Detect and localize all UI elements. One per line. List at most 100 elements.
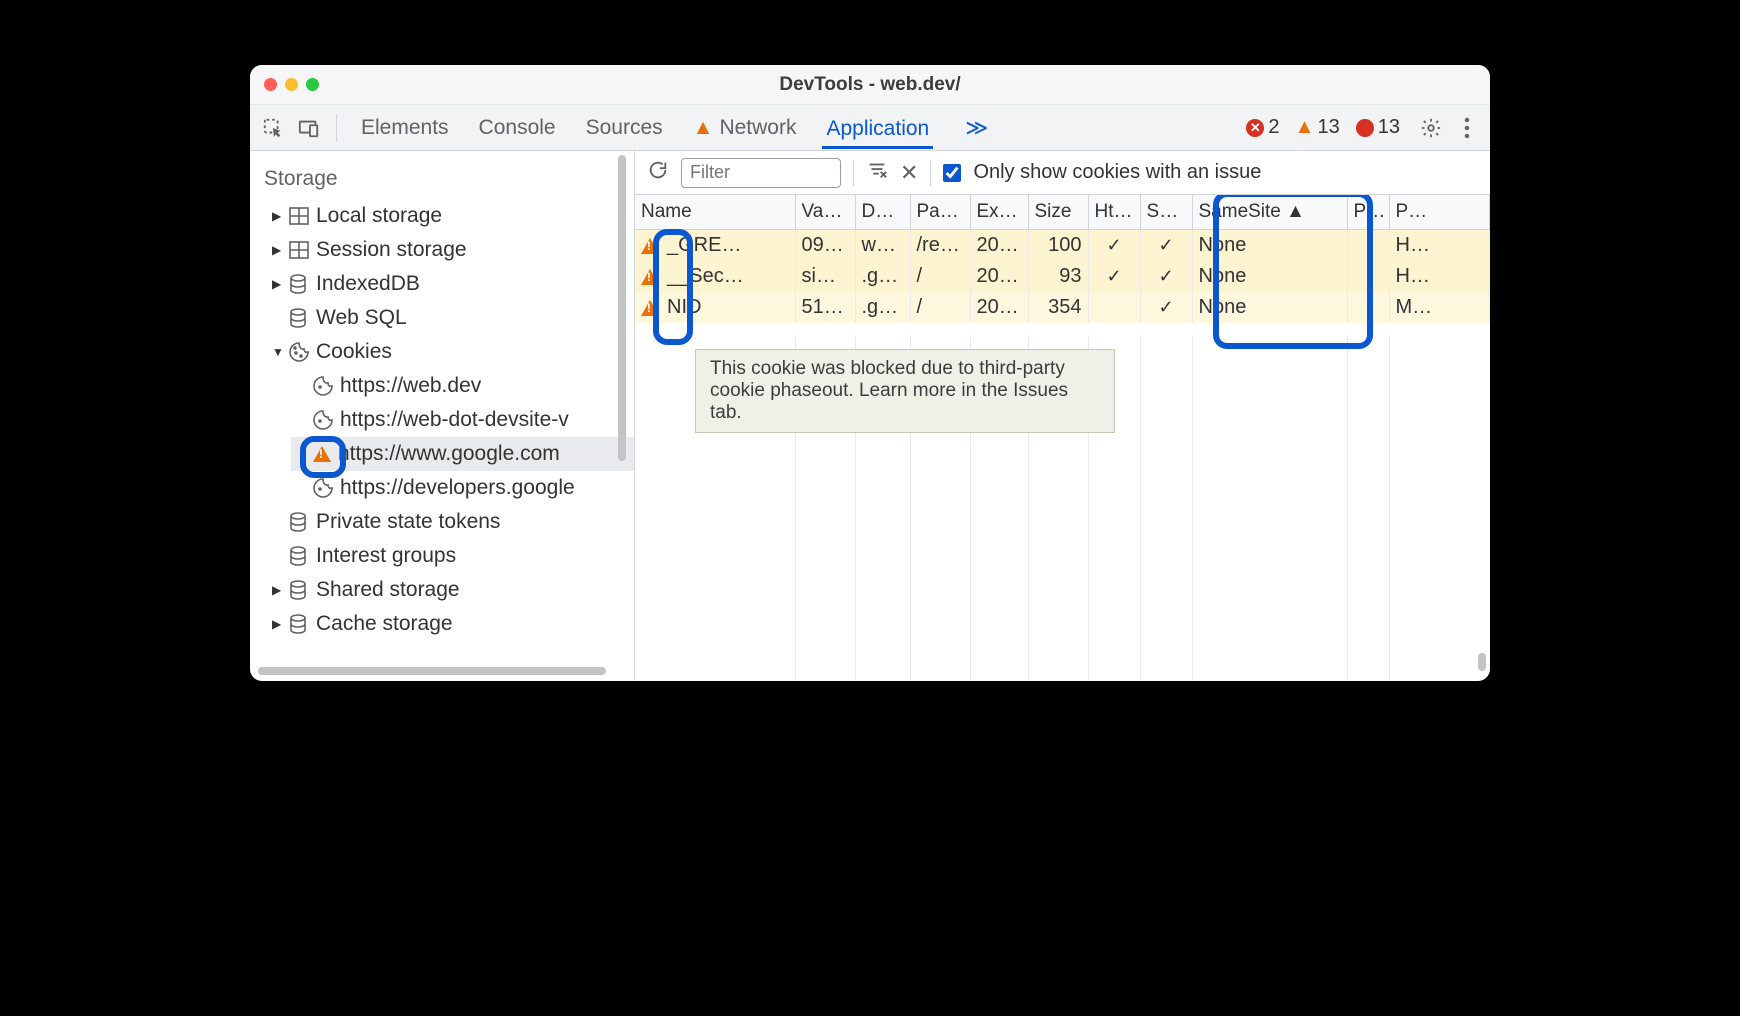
cell-secure: ✓	[1140, 292, 1192, 323]
clear-all-icon[interactable]: ✕	[900, 160, 918, 186]
tab-network[interactable]: ▲ Network	[689, 108, 801, 148]
database-icon	[289, 614, 309, 634]
error-icon: ✕	[1246, 119, 1264, 137]
cell-path: /	[910, 292, 970, 323]
cookie-origin-webdev[interactable]: https://web.dev	[291, 369, 634, 403]
close-window-button[interactable]	[264, 78, 277, 91]
separator	[853, 160, 854, 186]
titlebar: DevTools - web.dev/	[250, 65, 1490, 105]
sidebar-item-indexeddb[interactable]: IndexedDB	[264, 267, 634, 301]
col-httponly[interactable]: Ht…	[1088, 195, 1140, 230]
database-icon	[289, 546, 309, 566]
cell-partition	[1347, 230, 1389, 262]
table-row[interactable]: __Sec…si….g…/20…93✓✓NoneH…	[635, 261, 1490, 292]
table-row[interactable]: _GRE…09…w…/re…20…100✓✓NoneH…	[635, 230, 1490, 262]
cell-value: 09…	[795, 230, 855, 262]
sidebar-item-shared-storage[interactable]: Shared storage	[264, 573, 634, 607]
kebab-menu-icon[interactable]	[1452, 113, 1482, 143]
database-icon	[289, 580, 309, 600]
cell-secure: ✓	[1140, 261, 1192, 292]
col-priority[interactable]: P…	[1389, 195, 1490, 230]
cell-domain: .g…	[855, 261, 910, 292]
sidebar-item-local-storage[interactable]: Local storage	[264, 199, 634, 233]
cell-path: /	[910, 261, 970, 292]
disclosure-triangle-icon[interactable]	[272, 243, 282, 257]
tab-console[interactable]: Console	[475, 108, 560, 148]
col-expires[interactable]: Ex…	[970, 195, 1028, 230]
cell-size: 93	[1028, 261, 1088, 292]
cookies-toolbar: ✕ Only show cookies with an issue	[635, 151, 1490, 195]
tab-sources[interactable]: Sources	[582, 108, 667, 148]
disclosure-triangle-icon[interactable]	[272, 209, 282, 223]
vertical-scrollbar[interactable]	[618, 155, 626, 461]
sidebar-item-private-state-tokens[interactable]: Private state tokens	[264, 505, 634, 539]
issues-icon	[1356, 119, 1374, 137]
cell-value: si…	[795, 261, 855, 292]
database-icon	[289, 512, 309, 532]
issues-counter[interactable]: 13	[1356, 116, 1400, 139]
warning-icon: ▲	[1296, 119, 1314, 137]
disclosure-triangle-icon[interactable]	[272, 583, 282, 597]
cookie-origin-developers-google[interactable]: https://developers.google	[291, 471, 634, 505]
window-title: DevTools - web.dev/	[250, 74, 1490, 96]
col-size[interactable]: Size	[1028, 195, 1088, 230]
col-samesite[interactable]: SameSite ▲	[1192, 195, 1347, 230]
sidebar-item-interest-groups[interactable]: Interest groups	[264, 539, 634, 573]
database-icon	[289, 308, 309, 328]
error-counter[interactable]: ✕2	[1246, 116, 1279, 139]
sidebar-item-cookies[interactable]: Cookies	[264, 335, 634, 369]
cell-partition	[1347, 261, 1389, 292]
disclosure-triangle-icon[interactable]	[272, 277, 282, 291]
col-domain[interactable]: D…	[855, 195, 910, 230]
cookies-table: Name Va… D… Pa… Ex… Size Ht… Se… SameSit…	[635, 195, 1490, 681]
inspect-element-icon[interactable]	[258, 113, 288, 143]
filter-input[interactable]	[681, 158, 841, 188]
cell-domain: .g…	[855, 292, 910, 323]
application-sidebar: Storage Local storage Session storage In…	[250, 151, 635, 681]
col-partition[interactable]: P…	[1347, 195, 1389, 230]
refresh-icon[interactable]	[647, 159, 669, 187]
sidebar-item-websql[interactable]: Web SQL	[264, 301, 634, 335]
sidebar-item-session-storage[interactable]: Session storage	[264, 233, 634, 267]
cell-domain: w…	[855, 230, 910, 262]
maximize-window-button[interactable]	[306, 78, 319, 91]
cell-priority: H…	[1389, 261, 1490, 292]
sidebar-section-storage: Storage	[264, 161, 634, 199]
cell-path: /re…	[910, 230, 970, 262]
sidebar-item-cache-storage[interactable]: Cache storage	[264, 607, 634, 641]
cell-samesite: None	[1192, 292, 1347, 323]
col-name[interactable]: Name	[635, 195, 795, 230]
horizontal-scrollbar[interactable]	[258, 667, 606, 675]
disclosure-triangle-icon[interactable]	[272, 345, 282, 359]
device-toolbar-icon[interactable]	[294, 113, 324, 143]
tab-application[interactable]: Application	[822, 109, 933, 149]
minimize-window-button[interactable]	[285, 78, 298, 91]
warning-icon	[641, 238, 659, 254]
vertical-scrollbar[interactable]	[1478, 653, 1486, 671]
cell-name: _GRE…	[635, 230, 795, 262]
grid-icon	[289, 241, 309, 259]
cookie-origin-google[interactable]: https://www.google.com	[291, 437, 634, 471]
cookie-origin-devsite[interactable]: https://web-dot-devsite-v	[291, 403, 634, 437]
tab-elements[interactable]: Elements	[357, 108, 453, 148]
only-issues-label: Only show cookies with an issue	[973, 161, 1261, 184]
warning-counter[interactable]: ▲13	[1296, 116, 1340, 139]
only-issues-checkbox[interactable]	[943, 164, 961, 182]
table-header: Name Va… D… Pa… Ex… Size Ht… Se… SameSit…	[635, 195, 1490, 230]
clear-filter-icon[interactable]	[866, 159, 888, 187]
col-secure[interactable]: Se…	[1140, 195, 1192, 230]
disclosure-triangle-icon[interactable]	[272, 617, 282, 631]
cell-samesite: None	[1192, 230, 1347, 262]
more-tabs-button[interactable]: ≫	[965, 115, 988, 141]
col-value[interactable]: Va…	[795, 195, 855, 230]
cell-size: 100	[1028, 230, 1088, 262]
devtools-tabs: Elements Console Sources ▲ Network Appli…	[357, 108, 988, 148]
cell-name: NID	[635, 292, 795, 323]
cell-value: 51…	[795, 292, 855, 323]
table-row[interactable]: NID51….g…/20…354✓NoneM…	[635, 292, 1490, 323]
cell-expires: 20…	[970, 261, 1028, 292]
settings-icon[interactable]	[1416, 113, 1446, 143]
warning-icon	[641, 300, 659, 316]
cookies-pane: ✕ Only show cookies with an issue Name V…	[635, 151, 1490, 681]
col-path[interactable]: Pa…	[910, 195, 970, 230]
